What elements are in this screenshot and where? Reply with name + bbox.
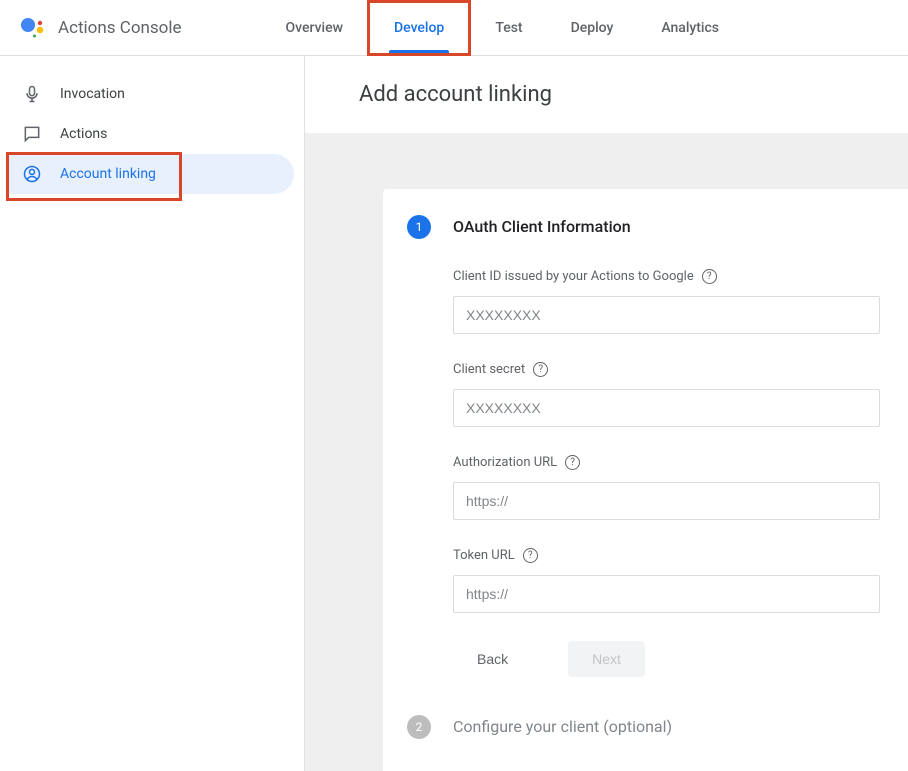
- tab-overview[interactable]: Overview: [262, 0, 367, 56]
- tab-test[interactable]: Test: [471, 0, 546, 56]
- field-client-secret: Client secret ?: [453, 362, 880, 427]
- app-title: Actions Console: [58, 18, 182, 38]
- field-client-id: Client ID issued by your Actions to Goog…: [453, 269, 880, 334]
- form-card: 1 OAuth Client Information Client ID iss…: [383, 189, 908, 771]
- sidebar-item-actions[interactable]: Actions: [8, 114, 294, 154]
- step-1-title: OAuth Client Information: [453, 215, 880, 239]
- back-button[interactable]: Back: [453, 641, 532, 677]
- tab-deploy[interactable]: Deploy: [547, 0, 638, 56]
- app-header: Actions Console Overview Develop Test De…: [0, 0, 908, 56]
- tab-develop[interactable]: Develop: [367, 0, 471, 56]
- sidebar: Invocation Actions Account linking: [0, 56, 305, 771]
- chat-icon: [22, 124, 42, 144]
- sidebar-item-label: Account linking: [60, 166, 156, 182]
- main-content: Add account linking 1 OAuth Client Infor…: [305, 56, 908, 771]
- step-2-title: Configure your client (optional): [453, 715, 880, 739]
- person-icon: [22, 164, 42, 184]
- client-id-input[interactable]: [453, 296, 880, 334]
- client-secret-input[interactable]: [453, 389, 880, 427]
- mic-icon: [22, 84, 42, 104]
- step-number-2: 2: [407, 715, 431, 739]
- logo: Actions Console: [20, 16, 182, 40]
- auth-url-input[interactable]: [453, 482, 880, 520]
- page-title: Add account linking: [305, 56, 908, 133]
- sidebar-item-invocation[interactable]: Invocation: [8, 74, 294, 114]
- tab-analytics[interactable]: Analytics: [637, 0, 743, 56]
- sidebar-item-account-linking[interactable]: Account linking: [8, 154, 294, 194]
- help-icon[interactable]: ?: [702, 269, 717, 284]
- sidebar-item-label: Invocation: [60, 86, 125, 102]
- next-button[interactable]: Next: [568, 641, 645, 677]
- assistant-logo-icon: [20, 16, 44, 40]
- token-url-input[interactable]: [453, 575, 880, 613]
- field-token-url: Token URL ?: [453, 548, 880, 613]
- header-tabs: Overview Develop Test Deploy Analytics: [262, 0, 743, 56]
- help-icon[interactable]: ?: [533, 362, 548, 377]
- step-number-1: 1: [407, 215, 431, 239]
- help-icon[interactable]: ?: [523, 548, 538, 563]
- field-auth-url: Authorization URL ?: [453, 455, 880, 520]
- sidebar-item-label: Actions: [60, 126, 107, 142]
- help-icon[interactable]: ?: [565, 455, 580, 470]
